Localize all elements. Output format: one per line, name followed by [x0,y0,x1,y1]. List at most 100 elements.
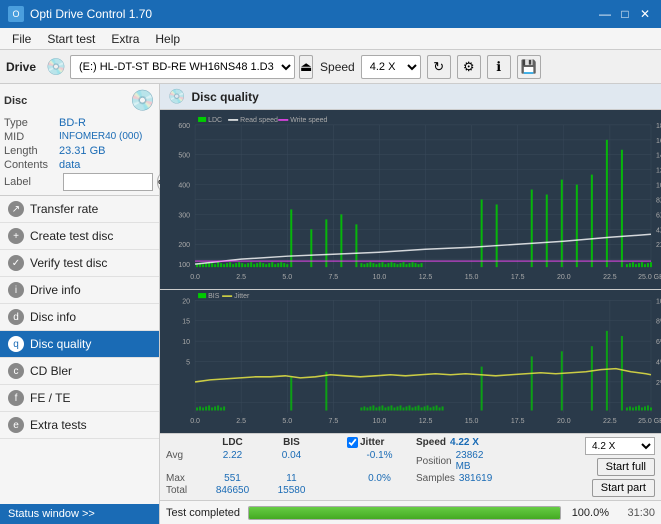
sidebar-item-disc-quality[interactable]: q Disc quality [0,331,159,358]
svg-text:5.0: 5.0 [282,274,292,281]
svg-text:12.5: 12.5 [419,417,433,425]
start-part-button[interactable]: Start part [592,479,655,497]
create-test-disc-icon: + [8,228,24,244]
svg-text:Read speed: Read speed [240,117,278,124]
status-window-label: Status window >> [8,508,95,520]
svg-text:10%: 10% [656,297,661,305]
svg-text:4X: 4X [656,227,661,234]
status-text: Test completed [166,507,240,519]
disc-contents-value: data [59,159,80,171]
disc-quality-title: Disc quality [191,90,258,104]
sidebar-item-extra-tests[interactable]: e Extra tests [0,412,159,439]
disc-section-title: Disc [4,95,27,107]
stats-col-empty2 [323,437,343,448]
drive-label: Drive [6,60,36,74]
disc-type-row: Type BD-R [4,117,155,129]
sidebar-item-fe-te[interactable]: f FE / TE [0,385,159,412]
title-bar-left: O Opti Drive Control 1.70 [8,6,152,22]
disc-label-input[interactable] [63,173,153,191]
menu-file[interactable]: File [4,30,39,48]
disc-length-label: Length [4,145,59,157]
disc-quality-header-icon: 💿 [168,88,185,105]
close-button[interactable]: ✕ [637,6,653,22]
avg-ldc: 2.22 [205,450,260,472]
svg-text:20: 20 [182,297,190,305]
svg-text:12X: 12X [656,168,661,175]
svg-text:7.5: 7.5 [328,417,338,425]
svg-text:4%: 4% [656,359,661,367]
progress-bar-container: Test completed 100.0% 31:30 [160,500,661,524]
speed-select[interactable]: 4.2 X [361,55,421,79]
disc-type-label: Type [4,117,59,129]
svg-text:15.0: 15.0 [465,417,479,425]
svg-text:200: 200 [178,242,190,249]
stats-table: LDC BIS Jitter Speed 4.22 X [166,437,559,496]
disc-contents-row: Contents data [4,159,155,171]
sidebar-label-cd-bler: CD Bler [30,364,72,378]
stats-col-empty [166,437,201,448]
upper-chart-svg: 600 500 400 300 200 100 18X 16X 14X 12X … [160,110,661,289]
svg-text:100: 100 [178,262,190,269]
menu-extra[interactable]: Extra [103,30,147,48]
info-button[interactable]: ℹ [487,55,511,79]
main-layout: Disc 💿 Type BD-R MID INFOMER40 (000) Len… [0,84,661,524]
disc-info-icon: d [8,309,24,325]
app-icon: O [8,6,24,22]
sidebar-item-create-test-disc[interactable]: + Create test disc [0,223,159,250]
svg-text:8X: 8X [656,198,661,205]
sidebar-label-extra-tests: Extra tests [30,418,87,432]
disc-mid-label: MID [4,131,59,143]
total-label: Total [166,485,201,496]
progress-bar [248,506,561,520]
minimize-button[interactable]: — [597,6,613,22]
charts-area: 600 500 400 300 200 100 18X 16X 14X 12X … [160,110,661,433]
svg-text:5.0: 5.0 [282,417,292,425]
sidebar-item-disc-info[interactable]: d Disc info [0,304,159,331]
maximize-button[interactable]: □ [617,6,633,22]
stats-speed-select[interactable]: 4.2 X [585,437,655,455]
drive-select[interactable]: (E:) HL-DT-ST BD-RE WH16NS48 1.D3 [70,55,295,79]
svg-text:17.5: 17.5 [511,417,525,425]
disc-mid-row: MID INFOMER40 (000) [4,131,155,143]
svg-text:22.5: 22.5 [603,274,617,281]
content-area: 💿 Disc quality [160,84,661,524]
settings-button[interactable]: ⚙ [457,55,481,79]
svg-text:500: 500 [178,153,190,160]
svg-text:20.0: 20.0 [557,274,571,281]
sidebar-item-transfer-rate[interactable]: ↗ Transfer rate [0,196,159,223]
fe-te-icon: f [8,390,24,406]
svg-text:10.0: 10.0 [373,274,387,281]
sidebar: Disc 💿 Type BD-R MID INFOMER40 (000) Len… [0,84,160,524]
progress-percent: 100.0% [569,507,609,519]
max-label: Max [166,473,201,484]
svg-text:8%: 8% [656,318,661,326]
drive-icon: 💿 [46,57,66,77]
samples-value: 381619 [459,473,492,484]
refresh-button[interactable]: ↻ [427,55,451,79]
svg-text:2.5: 2.5 [236,274,246,281]
sidebar-item-cd-bler[interactable]: c CD Bler [0,358,159,385]
disc-quality-header: 💿 Disc quality [160,84,661,110]
svg-text:LDC: LDC [208,117,222,124]
menu-start-test[interactable]: Start test [39,30,103,48]
status-window[interactable]: Status window >> [0,504,159,524]
svg-text:10.0: 10.0 [373,417,387,425]
menu-help[interactable]: Help [147,30,188,48]
sidebar-item-verify-test-disc[interactable]: ✓ Verify test disc [0,250,159,277]
eject-button[interactable]: ⏏ [299,55,313,79]
start-full-button[interactable]: Start full [597,458,655,476]
save-button[interactable]: 💾 [517,55,541,79]
app-title: Opti Drive Control 1.70 [30,7,152,21]
samples-label: Samples [416,473,455,484]
jitter-checkbox[interactable] [347,437,358,448]
svg-text:20.0: 20.0 [557,417,571,425]
avg-bis: 0.04 [264,450,319,472]
lower-chart-svg: 20 15 10 5 10% 8% 6% 4% 2% 0.0 2.5 5.0 7… [160,290,661,433]
stats-header-ldc: LDC [205,437,260,448]
sidebar-label-transfer-rate: Transfer rate [30,202,98,216]
svg-text:15: 15 [182,318,190,326]
svg-text:2X: 2X [656,242,661,249]
svg-text:Jitter: Jitter [234,292,250,300]
svg-text:0.0: 0.0 [190,417,200,425]
sidebar-item-drive-info[interactable]: i Drive info [0,277,159,304]
